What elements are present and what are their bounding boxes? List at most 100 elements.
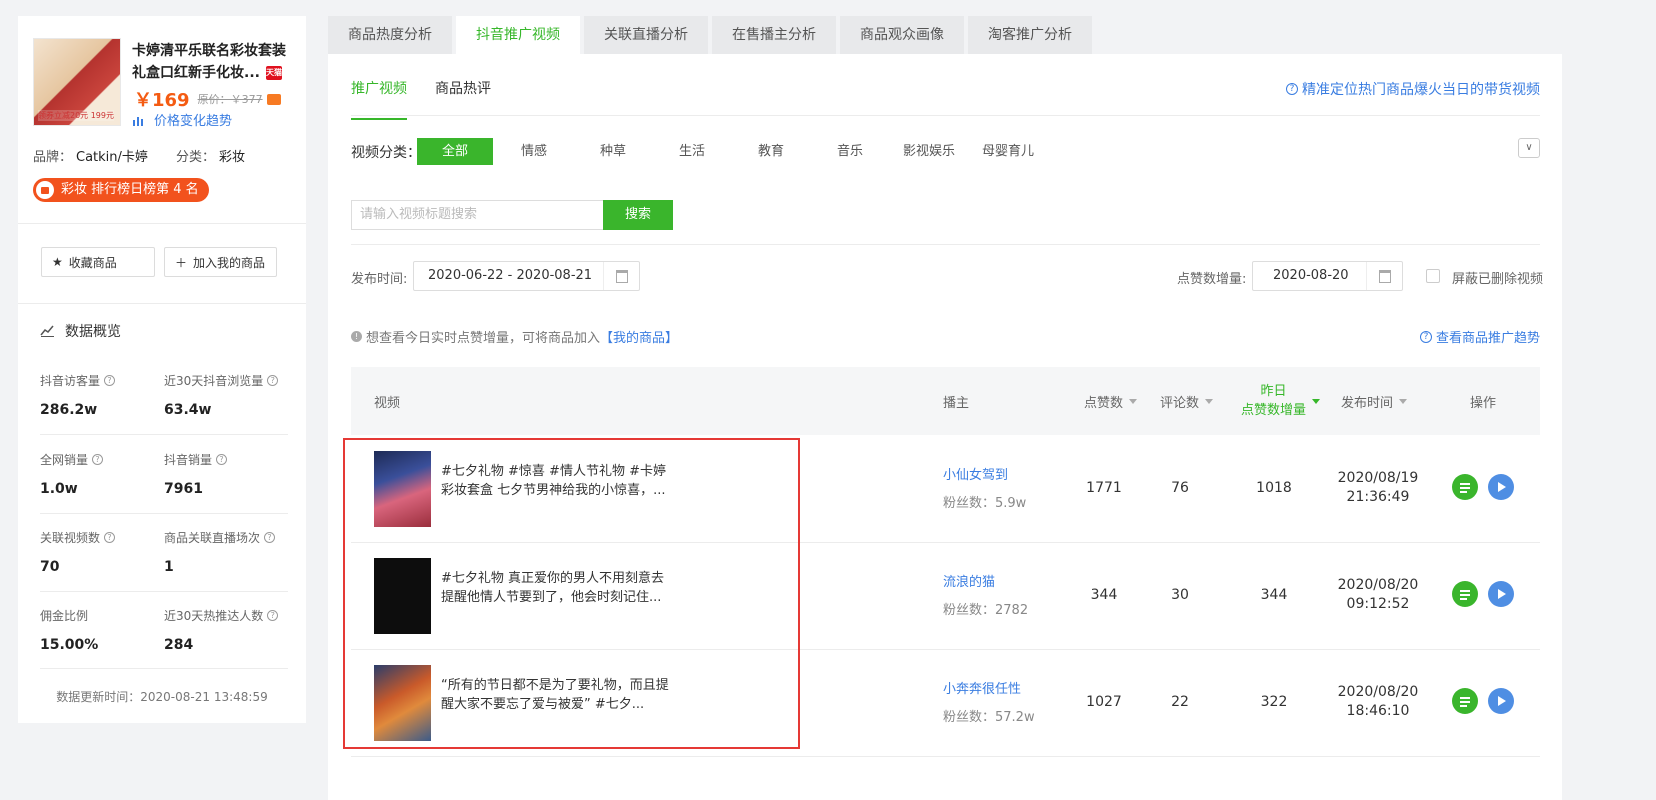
likes-count: 1771 — [1086, 480, 1122, 496]
category-recommend[interactable]: 种草 — [575, 138, 651, 165]
overview-title: 数据概览 — [65, 324, 121, 340]
tab-heat[interactable]: 商品热度分析 — [328, 16, 452, 54]
search-input[interactable]: 请输入视频标题搜索 — [351, 200, 604, 230]
likes-date-value: 2020-08-20 — [1273, 268, 1349, 283]
divider — [40, 591, 288, 592]
add-to-mine-button[interactable]: ＋ 加入我的商品 — [164, 247, 277, 277]
anchor-fans: 粉丝数：57.2w — [943, 710, 1035, 725]
category-music[interactable]: 音乐 — [812, 138, 888, 165]
help-icon[interactable]: ? — [267, 610, 279, 621]
promotion-trend-link[interactable]: ? 查看商品推广趋势 — [1419, 327, 1540, 346]
price-row: ￥169 原价：￥377 — [134, 86, 281, 112]
tab-douyin-videos[interactable]: 抖音推广视频 — [456, 16, 580, 54]
play-button[interactable] — [1488, 581, 1514, 607]
play-button[interactable] — [1488, 474, 1514, 500]
plus-icon: ＋ — [175, 255, 188, 270]
product-title[interactable]: 卡婷清平乐联名彩妆套装礼盒口红新手化妆... 天猫 — [132, 40, 294, 84]
help-icon: ? — [1286, 83, 1298, 95]
tmall-icon: 天猫 — [265, 66, 282, 80]
subtab-videos[interactable]: 推广视频 — [351, 78, 407, 120]
sort-icon — [1129, 398, 1138, 404]
col-publish-label: 发布时间 — [1341, 395, 1394, 411]
stat-value: 286.2w — [40, 402, 98, 418]
category-education[interactable]: 教育 — [733, 138, 809, 165]
category-entertainment[interactable]: 影视娱乐 — [891, 138, 967, 165]
divider — [18, 303, 306, 304]
anchor-fans: 粉丝数：2782 — [943, 603, 1029, 618]
subtab-comments[interactable]: 商品热评 — [435, 78, 491, 120]
publish-clock: 21:36:49 — [1346, 489, 1410, 505]
chart-icon — [40, 325, 54, 337]
category-life[interactable]: 生活 — [654, 138, 730, 165]
detail-button[interactable] — [1452, 581, 1478, 607]
help-icon[interactable]: ? — [267, 375, 279, 386]
col-publish[interactable]: 发布时间 — [1341, 367, 1408, 435]
sort-icon — [1399, 398, 1408, 404]
col-yesterday-likes[interactable]: 昨日 点赞数增量 — [1241, 367, 1321, 435]
rank-badge-label: 彩妆 排行榜日榜第 4 名 — [61, 182, 199, 197]
brand-value: Catkin/卡婷 — [76, 150, 148, 165]
publish-range-picker[interactable]: 2020-06-22 - 2020-08-21 — [413, 261, 640, 291]
category-emotion[interactable]: 情感 — [496, 138, 572, 165]
stat-label: 商品关联直播场次 — [164, 531, 261, 545]
publish-range-value: 2020-06-22 - 2020-08-21 — [428, 268, 593, 283]
price-trend-link[interactable]: 价格变化趋势 — [132, 110, 232, 129]
analysis-tabs: 商品热度分析 抖音推广视频 关联直播分析 在售播主分析 商品观众画像 淘客推广分… — [328, 16, 1096, 54]
stat-related-lives: 商品关联直播场次? 1 — [164, 529, 304, 575]
category-all[interactable]: 全部 — [417, 138, 493, 165]
chevron-down-icon[interactable]: ∨ — [1518, 138, 1540, 158]
publish-time: 2020/08/20 09:12:52 — [1336, 576, 1420, 614]
bar-chart-icon — [133, 116, 143, 126]
stat-douyin-sales: 抖音销量? 7961 — [164, 451, 284, 497]
publish-clock: 09:12:52 — [1346, 596, 1410, 612]
search-button[interactable]: 搜索 — [603, 200, 673, 230]
stat-douyin-visitors: 抖音访客量? 286.2w — [40, 372, 160, 418]
help-icon[interactable]: ? — [264, 532, 276, 543]
col-comments[interactable]: 评论数 — [1160, 367, 1214, 435]
table-header: 视频 播主 点赞数 评论数 昨日 点赞数增量 发布时间 操作 — [351, 367, 1540, 435]
stat-label: 关联视频数 — [40, 531, 101, 545]
brand: 品牌： Catkin/卡婷 — [33, 146, 148, 165]
hide-deleted-checkbox[interactable] — [1426, 269, 1440, 283]
tab-audience[interactable]: 商品观众画像 — [840, 16, 964, 54]
detail-button[interactable] — [1452, 688, 1478, 714]
rank-badge[interactable]: 彩妆 排行榜日榜第 4 名 — [33, 178, 209, 202]
comments-count: 22 — [1171, 694, 1189, 710]
stat-label: 佣金比例 — [40, 609, 89, 623]
anchor-name[interactable]: 小奔奔很任性 — [943, 678, 1021, 697]
col-likes[interactable]: 点赞数 — [1084, 367, 1138, 435]
help-icon[interactable]: ? — [92, 454, 104, 465]
tab-taoke[interactable]: 淘客推广分析 — [968, 16, 1092, 54]
divider — [351, 115, 1540, 116]
category-value: 彩妆 — [219, 150, 246, 165]
category-parenting[interactable]: 母婴育儿 — [970, 138, 1046, 165]
product-image-caption: 领券立减20元 199元 — [38, 110, 114, 121]
overview-header: 数据概览 — [40, 321, 121, 341]
likes-date-picker[interactable]: 2020-08-20 — [1252, 261, 1403, 291]
help-icon[interactable]: ? — [104, 375, 116, 386]
favorite-button[interactable]: ★ 收藏商品 — [41, 247, 155, 277]
help-icon[interactable]: ? — [216, 454, 228, 465]
likes-increase: 1018 — [1256, 480, 1292, 496]
tab-related-live[interactable]: 关联直播分析 — [584, 16, 708, 54]
comments-count: 30 — [1171, 587, 1189, 603]
my-products-link[interactable]: 【我的商品】 — [600, 327, 678, 346]
product-price: ￥169 — [134, 90, 190, 111]
brand-label: 品牌： — [33, 150, 73, 165]
publish-time: 2020/08/20 18:46:10 — [1336, 683, 1420, 721]
top-hint-label: 精准定位热门商品爆火当日的带货视频 — [1302, 82, 1540, 98]
anchor-name[interactable]: 小仙女驾到 — [943, 464, 1008, 483]
col-likes-label: 点赞数 — [1084, 395, 1124, 411]
anchor-name[interactable]: 流浪的猫 — [943, 571, 995, 590]
tab-anchors[interactable]: 在售播主分析 — [712, 16, 836, 54]
stat-value: 1.0w — [40, 481, 78, 497]
hide-deleted-label: 屏蔽已删除视频 — [1452, 272, 1544, 287]
product-image[interactable]: 领券立减20元 199元 — [33, 38, 121, 126]
stat-label: 抖音访客量 — [40, 374, 101, 388]
likes-increase: 344 — [1260, 587, 1288, 603]
help-icon[interactable]: ? — [104, 532, 116, 543]
detail-button[interactable] — [1452, 474, 1478, 500]
play-button[interactable] — [1488, 688, 1514, 714]
favorite-label: 收藏商品 — [68, 255, 117, 270]
top-hint-link[interactable]: ? 精准定位热门商品爆火当日的带货视频 — [1286, 79, 1540, 99]
